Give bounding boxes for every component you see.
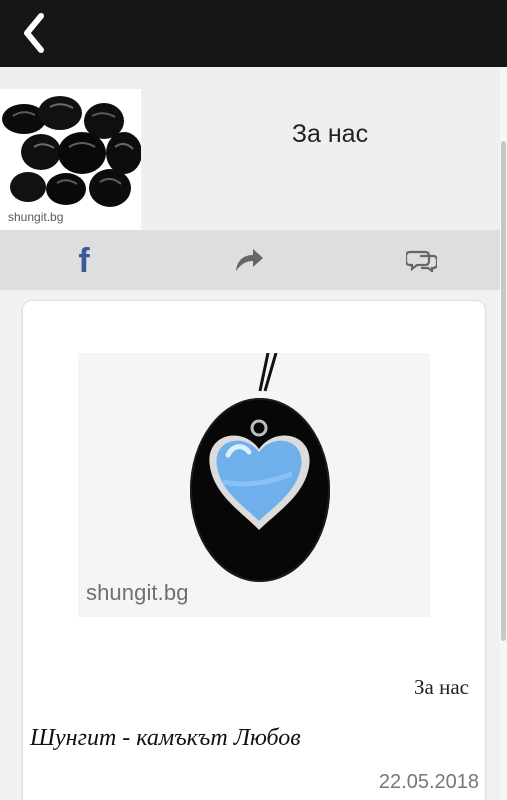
article-title[interactable]: Шунгит - камъкът Любов <box>30 725 301 752</box>
page-title: За нас <box>291 120 369 148</box>
facebook-share-button[interactable]: f <box>44 230 124 290</box>
page-scrollbar[interactable] <box>500 67 507 800</box>
article-card[interactable]: shungit.bg За нас Шунгит - камъкът Любов… <box>22 300 486 800</box>
facebook-icon: f <box>78 242 90 280</box>
article-image: shungit.bg <box>78 353 430 617</box>
category-label: За нас <box>414 675 469 699</box>
article-date: 22.05.2018 <box>378 771 479 793</box>
image-watermark: shungit.bg <box>86 580 189 605</box>
scrollbar-thumb[interactable] <box>501 141 506 641</box>
pendant-image <box>78 353 430 617</box>
app-root: shungit.bg За нас f shungit.bg За нас Шу… <box>0 0 507 800</box>
share-icon <box>236 249 263 271</box>
header-thumbnail: shungit.bg <box>0 89 141 230</box>
comments-button[interactable] <box>381 230 461 290</box>
share-button[interactable] <box>209 230 289 290</box>
top-app-bar <box>0 0 507 67</box>
chevron-left-icon <box>24 13 44 53</box>
share-bar: f <box>0 230 500 290</box>
thumbnail-caption: shungit.bg <box>8 210 64 224</box>
shungit-stones-image <box>0 89 141 230</box>
page-header: shungit.bg За нас <box>0 67 500 231</box>
back-button[interactable] <box>12 10 54 56</box>
comments-icon <box>405 250 437 272</box>
